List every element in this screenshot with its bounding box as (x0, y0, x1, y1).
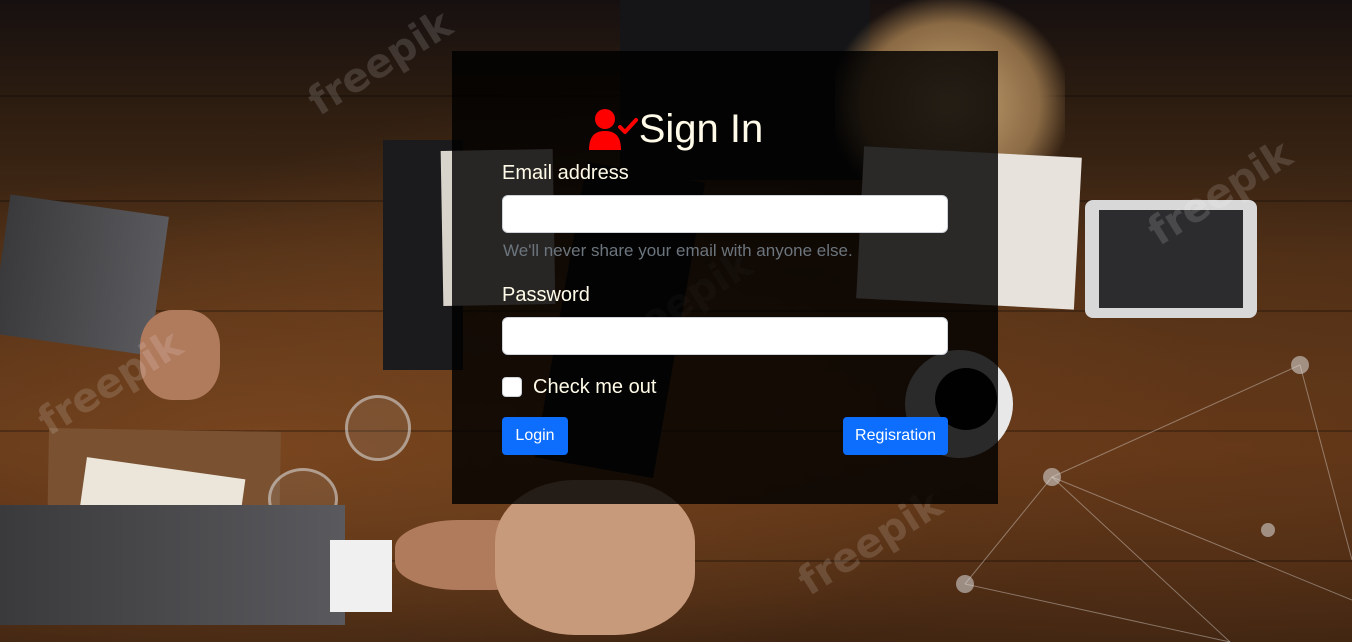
registration-button[interactable]: Regisration (843, 417, 948, 455)
water-glass (345, 395, 411, 461)
checkbox-label[interactable]: Check me out (533, 376, 656, 399)
shirt-cuff (330, 540, 392, 612)
email-label: Email address (502, 162, 629, 184)
email-help-text: We'll never share your email with anyone… (503, 241, 853, 260)
email-input[interactable] (502, 195, 948, 233)
page-title: Sign In (638, 107, 764, 151)
login-button[interactable]: Login (502, 417, 568, 455)
title-row: Sign In (0, 104, 1352, 154)
password-label: Password (502, 284, 590, 306)
user-check-icon (588, 108, 639, 150)
check-me-out-checkbox[interactable] (502, 377, 522, 397)
password-input[interactable] (502, 317, 948, 355)
network-graphic (956, 356, 1352, 642)
suit-arm (0, 505, 345, 625)
